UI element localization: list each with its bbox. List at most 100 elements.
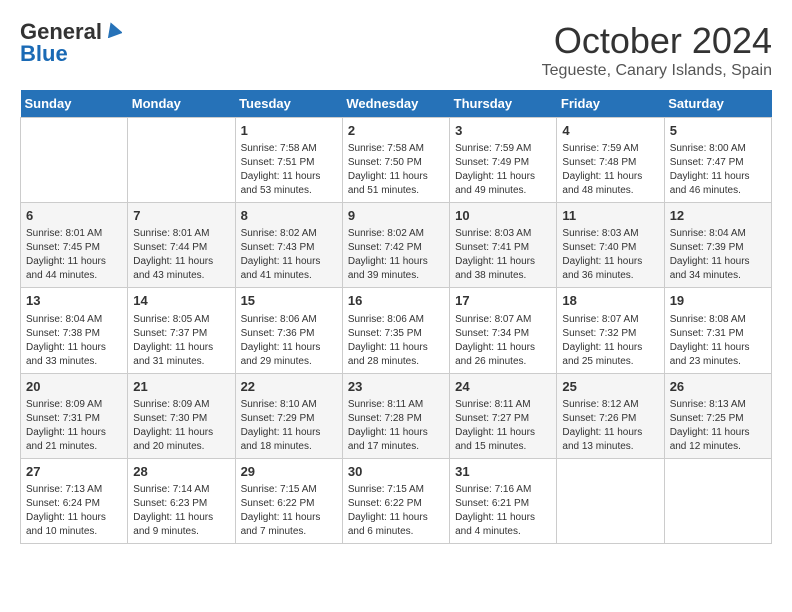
day-number: 9 <box>348 207 444 225</box>
day-info: Sunrise: 8:13 AM Sunset: 7:25 PM Dayligh… <box>670 398 766 454</box>
day-number: 14 <box>133 292 229 310</box>
day-info: Sunrise: 8:05 AM Sunset: 7:37 PM Dayligh… <box>133 313 229 369</box>
day-info: Sunrise: 8:04 AM Sunset: 7:39 PM Dayligh… <box>670 227 766 283</box>
day-info: Sunrise: 8:07 AM Sunset: 7:32 PM Dayligh… <box>562 313 658 369</box>
day-info: Sunrise: 7:13 AM Sunset: 6:24 PM Dayligh… <box>26 483 122 539</box>
calendar-cell: 10Sunrise: 8:03 AM Sunset: 7:41 PM Dayli… <box>450 203 557 288</box>
day-number: 2 <box>348 122 444 140</box>
day-info: Sunrise: 8:07 AM Sunset: 7:34 PM Dayligh… <box>455 313 551 369</box>
day-number: 15 <box>241 292 337 310</box>
day-info: Sunrise: 8:04 AM Sunset: 7:38 PM Dayligh… <box>26 313 122 369</box>
calendar-cell: 15Sunrise: 8:06 AM Sunset: 7:36 PM Dayli… <box>235 288 342 373</box>
calendar-table: SundayMondayTuesdayWednesdayThursdayFrid… <box>20 90 772 544</box>
calendar-week-row: 1 Sunrise: 7:58 AM Sunset: 7:51 PM Daylig… <box>21 118 772 203</box>
logo-icon <box>104 20 122 38</box>
calendar-cell: 31 Sunrise: 7:16 AM Sunset: 6:21 PM Dayli… <box>450 458 557 543</box>
calendar-cell: 26Sunrise: 8:13 AM Sunset: 7:25 PM Dayli… <box>664 373 771 458</box>
calendar-week-row: 6 Sunrise: 8:01 AM Sunset: 7:45 PM Daylig… <box>21 203 772 288</box>
weekday-header: Friday <box>557 90 664 118</box>
calendar-cell: 13 Sunrise: 8:04 AM Sunset: 7:38 PM Dayli… <box>21 288 128 373</box>
day-number: 6 <box>26 207 122 225</box>
calendar-week-row: 20Sunrise: 8:09 AM Sunset: 7:31 PM Dayli… <box>21 373 772 458</box>
calendar-week-row: 13 Sunrise: 8:04 AM Sunset: 7:38 PM Dayli… <box>21 288 772 373</box>
calendar-cell: 21 Sunrise: 8:09 AM Sunset: 7:30 PM Dayli… <box>128 373 235 458</box>
day-number: 21 <box>133 378 229 396</box>
calendar-header: SundayMondayTuesdayWednesdayThursdayFrid… <box>21 90 772 118</box>
calendar-cell <box>664 458 771 543</box>
day-number: 22 <box>241 378 337 396</box>
day-info: Sunrise: 7:59 AM Sunset: 7:48 PM Dayligh… <box>562 142 658 198</box>
day-number: 23 <box>348 378 444 396</box>
day-info: Sunrise: 8:12 AM Sunset: 7:26 PM Dayligh… <box>562 398 658 454</box>
day-number: 18 <box>562 292 658 310</box>
day-info: Sunrise: 8:09 AM Sunset: 7:30 PM Dayligh… <box>133 398 229 454</box>
day-number: 4 <box>562 122 658 140</box>
day-info: Sunrise: 7:58 AM Sunset: 7:50 PM Dayligh… <box>348 142 444 198</box>
calendar-cell: 30Sunrise: 7:15 AM Sunset: 6:22 PM Dayli… <box>342 458 449 543</box>
weekday-header: Wednesday <box>342 90 449 118</box>
day-number: 7 <box>133 207 229 225</box>
logo-blue-text: Blue <box>20 43 68 65</box>
day-number: 25 <box>562 378 658 396</box>
calendar-cell: 1 Sunrise: 7:58 AM Sunset: 7:51 PM Daylig… <box>235 118 342 203</box>
calendar-cell: 25 Sunrise: 8:12 AM Sunset: 7:26 PM Dayli… <box>557 373 664 458</box>
calendar-cell: 29Sunrise: 7:15 AM Sunset: 6:22 PM Dayli… <box>235 458 342 543</box>
day-info: Sunrise: 7:15 AM Sunset: 6:22 PM Dayligh… <box>348 483 444 539</box>
day-number: 1 <box>241 122 337 140</box>
day-info: Sunrise: 7:59 AM Sunset: 7:49 PM Dayligh… <box>455 142 551 198</box>
title-section: October 2024 Tegueste, Canary Islands, S… <box>542 20 772 80</box>
calendar-cell: 7 Sunrise: 8:01 AM Sunset: 7:44 PM Daylig… <box>128 203 235 288</box>
location-text: Tegueste, Canary Islands, Spain <box>542 62 772 80</box>
day-info: Sunrise: 8:03 AM Sunset: 7:41 PM Dayligh… <box>455 227 551 283</box>
calendar-cell: 2 Sunrise: 7:58 AM Sunset: 7:50 PM Daylig… <box>342 118 449 203</box>
calendar-cell: 23 Sunrise: 8:11 AM Sunset: 7:28 PM Dayli… <box>342 373 449 458</box>
weekday-header: Monday <box>128 90 235 118</box>
calendar-cell: 24 Sunrise: 8:11 AM Sunset: 7:27 PM Dayli… <box>450 373 557 458</box>
day-info: Sunrise: 7:58 AM Sunset: 7:51 PM Dayligh… <box>241 142 337 198</box>
day-info: Sunrise: 8:11 AM Sunset: 7:27 PM Dayligh… <box>455 398 551 454</box>
logo-general-text: General <box>20 21 102 43</box>
calendar-cell <box>128 118 235 203</box>
calendar-cell: 20Sunrise: 8:09 AM Sunset: 7:31 PM Dayli… <box>21 373 128 458</box>
calendar-week-row: 27 Sunrise: 7:13 AM Sunset: 6:24 PM Dayli… <box>21 458 772 543</box>
day-info: Sunrise: 8:00 AM Sunset: 7:47 PM Dayligh… <box>670 142 766 198</box>
day-info: Sunrise: 7:16 AM Sunset: 6:21 PM Dayligh… <box>455 483 551 539</box>
header-row: SundayMondayTuesdayWednesdayThursdayFrid… <box>21 90 772 118</box>
calendar-cell: 19Sunrise: 8:08 AM Sunset: 7:31 PM Dayli… <box>664 288 771 373</box>
calendar-cell: 18 Sunrise: 8:07 AM Sunset: 7:32 PM Dayli… <box>557 288 664 373</box>
weekday-header: Thursday <box>450 90 557 118</box>
day-number: 16 <box>348 292 444 310</box>
calendar-cell: 4 Sunrise: 7:59 AM Sunset: 7:48 PM Daylig… <box>557 118 664 203</box>
calendar-cell: 8Sunrise: 8:02 AM Sunset: 7:43 PM Daylig… <box>235 203 342 288</box>
day-number: 5 <box>670 122 766 140</box>
day-number: 24 <box>455 378 551 396</box>
page-header: General Blue October 2024 Tegueste, Cana… <box>20 20 772 80</box>
day-info: Sunrise: 8:01 AM Sunset: 7:44 PM Dayligh… <box>133 227 229 283</box>
day-number: 17 <box>455 292 551 310</box>
day-number: 27 <box>26 463 122 481</box>
day-number: 13 <box>26 292 122 310</box>
day-info: Sunrise: 8:11 AM Sunset: 7:28 PM Dayligh… <box>348 398 444 454</box>
day-info: Sunrise: 8:02 AM Sunset: 7:42 PM Dayligh… <box>348 227 444 283</box>
calendar-cell: 5 Sunrise: 8:00 AM Sunset: 7:47 PM Daylig… <box>664 118 771 203</box>
day-number: 31 <box>455 463 551 481</box>
calendar-cell: 12 Sunrise: 8:04 AM Sunset: 7:39 PM Dayli… <box>664 203 771 288</box>
day-info: Sunrise: 7:14 AM Sunset: 6:23 PM Dayligh… <box>133 483 229 539</box>
day-number: 12 <box>670 207 766 225</box>
day-info: Sunrise: 8:06 AM Sunset: 7:35 PM Dayligh… <box>348 313 444 369</box>
calendar-cell <box>557 458 664 543</box>
day-info: Sunrise: 8:10 AM Sunset: 7:29 PM Dayligh… <box>241 398 337 454</box>
calendar-cell: 16 Sunrise: 8:06 AM Sunset: 7:35 PM Dayli… <box>342 288 449 373</box>
day-info: Sunrise: 8:01 AM Sunset: 7:45 PM Dayligh… <box>26 227 122 283</box>
day-info: Sunrise: 8:09 AM Sunset: 7:31 PM Dayligh… <box>26 398 122 454</box>
day-number: 19 <box>670 292 766 310</box>
logo: General Blue <box>20 20 122 65</box>
calendar-cell: 9 Sunrise: 8:02 AM Sunset: 7:42 PM Daylig… <box>342 203 449 288</box>
month-title: October 2024 <box>542 20 772 62</box>
day-info: Sunrise: 8:02 AM Sunset: 7:43 PM Dayligh… <box>241 227 337 283</box>
weekday-header: Saturday <box>664 90 771 118</box>
day-info: Sunrise: 8:03 AM Sunset: 7:40 PM Dayligh… <box>562 227 658 283</box>
calendar-cell: 27 Sunrise: 7:13 AM Sunset: 6:24 PM Dayli… <box>21 458 128 543</box>
calendar-cell <box>21 118 128 203</box>
calendar-cell: 17 Sunrise: 8:07 AM Sunset: 7:34 PM Dayli… <box>450 288 557 373</box>
